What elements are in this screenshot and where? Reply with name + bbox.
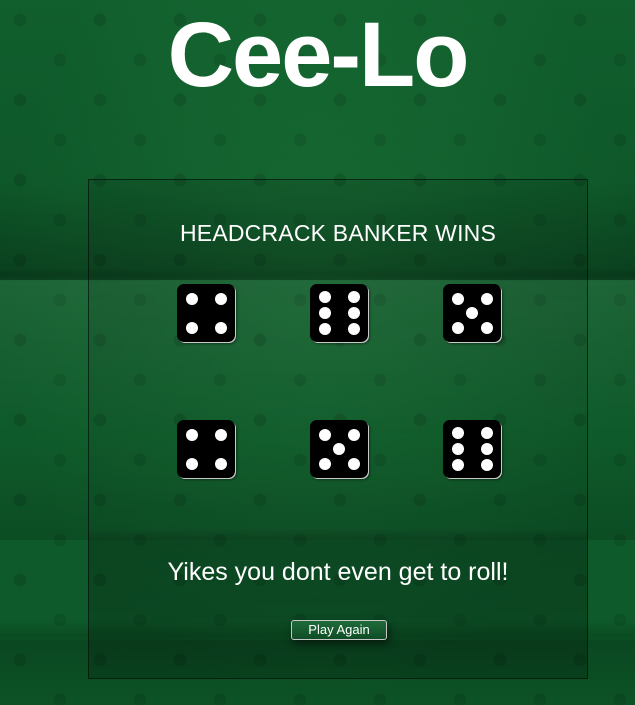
player-die-3: [443, 420, 501, 478]
die-pip: [480, 443, 493, 455]
die-pip: [185, 457, 198, 470]
die-pip: [451, 443, 464, 455]
die-pip: [451, 321, 464, 334]
die-pip: [347, 323, 360, 336]
play-again-button[interactable]: Play Again: [291, 620, 387, 640]
die-pip: [185, 292, 198, 305]
result-message: Yikes you dont even get to roll!: [167, 558, 509, 586]
die-pip: [480, 426, 493, 439]
die-pip: [318, 428, 331, 441]
die-pip: [347, 290, 360, 303]
die-pip: [451, 426, 464, 439]
die-pip: [480, 321, 493, 334]
die-pip: [480, 292, 493, 305]
die-pip: [451, 459, 464, 472]
die-pip: [318, 307, 331, 319]
die-pip: [466, 307, 478, 319]
die-pip: [451, 292, 464, 305]
banker-die-1: [177, 284, 235, 342]
result-title: HEADCRACK BANKER WINS: [179, 220, 497, 246]
die-pip: [214, 292, 227, 305]
banker-die-2: [310, 284, 368, 342]
die-pip: [214, 428, 227, 441]
die-pip: [318, 457, 331, 470]
die-pip: [347, 457, 360, 470]
die-pip: [347, 307, 360, 319]
die-pip: [214, 321, 227, 334]
die-pip: [185, 428, 198, 441]
die-pip: [318, 323, 331, 336]
die-pip: [318, 290, 331, 303]
die-pip: [333, 443, 345, 455]
game-board: HEADCRACK BANKER WINS Yikes you dont eve…: [88, 179, 588, 679]
die-pip: [185, 321, 198, 334]
die-pip: [347, 428, 360, 441]
player-die-1: [177, 420, 235, 478]
player-die-2: [310, 420, 368, 478]
die-pip: [480, 459, 493, 472]
game-title: Cee-Lo: [167, 4, 470, 106]
die-pip: [214, 457, 227, 470]
banker-die-3: [443, 284, 501, 342]
